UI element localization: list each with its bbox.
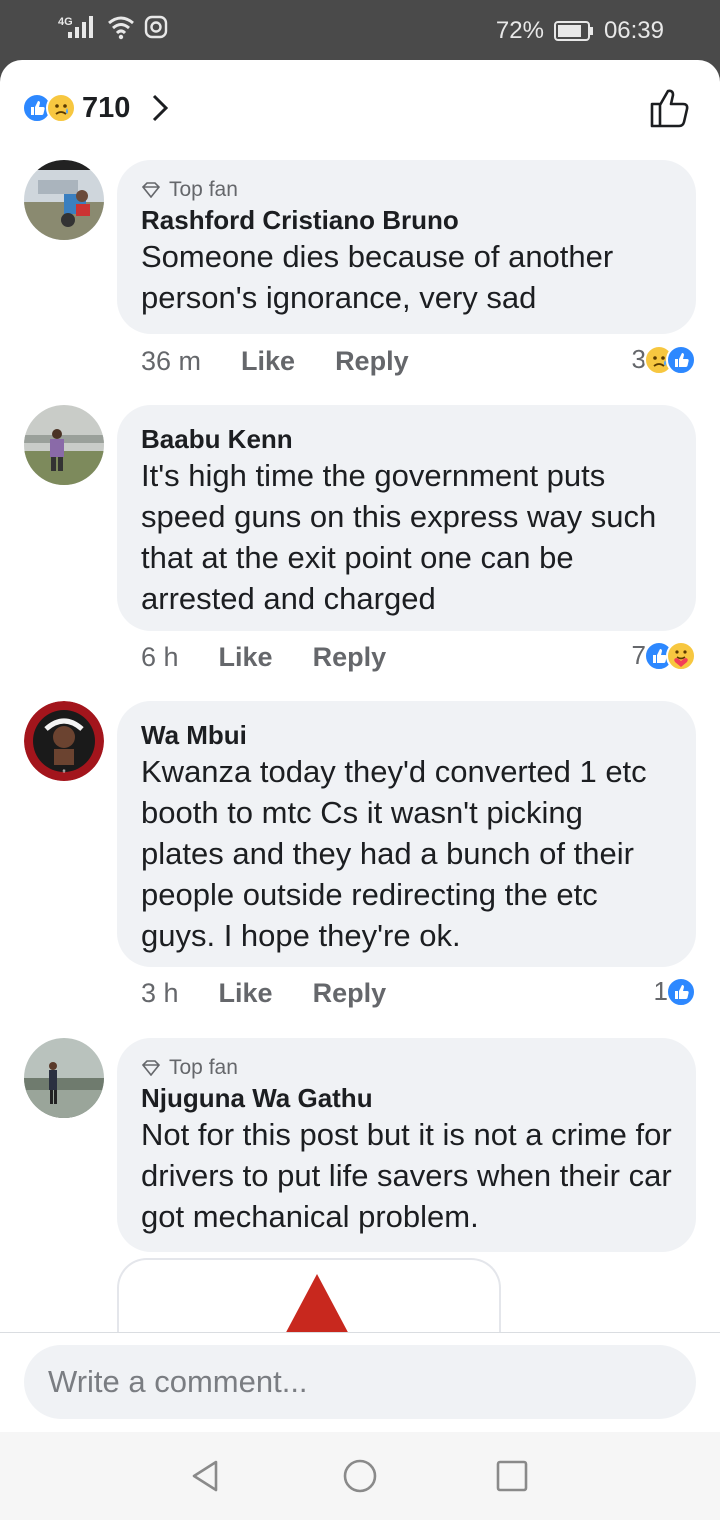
comment-bubble: Wa Mbui Kwanza today they'd converted 1 …	[117, 701, 696, 967]
comment-actions: 36 m Like Reply	[141, 346, 449, 377]
reaction-count: 710	[82, 91, 131, 124]
chevron-right-icon	[153, 94, 169, 122]
like-button[interactable]: Like	[219, 642, 273, 673]
wifi-icon	[108, 16, 134, 40]
comment-text: Kwanza today they'd converted 1 etc boot…	[141, 754, 647, 953]
svg-text:#: #	[63, 769, 66, 775]
care-icon	[666, 640, 696, 671]
like-icon	[666, 976, 696, 1007]
reply-button[interactable]: Reply	[335, 346, 409, 377]
avatar[interactable]: #	[24, 701, 104, 781]
diamond-icon	[141, 1060, 161, 1076]
reactions-summary[interactable]: 710	[22, 90, 170, 126]
recents-icon[interactable]	[494, 1458, 530, 1494]
comment-actions: 6 h Like Reply	[141, 642, 426, 673]
sad-icon	[46, 93, 76, 123]
avatar[interactable]	[24, 160, 104, 240]
top-fan-label: Top fan	[169, 178, 238, 201]
instagram-icon	[144, 15, 168, 39]
comment-time[interactable]: 3 h	[141, 978, 179, 1009]
avatar[interactable]	[24, 405, 104, 485]
avatar[interactable]	[24, 1038, 104, 1118]
comment-bubble: Top fan Njuguna Wa Gathu Not for this po…	[117, 1038, 696, 1252]
comment-bubble: Baabu Kenn It's high time the government…	[117, 405, 696, 631]
reply-button[interactable]: Reply	[313, 642, 387, 673]
like-outline-icon[interactable]	[648, 86, 692, 130]
home-icon[interactable]	[342, 1458, 378, 1494]
top-fan-badge: Top fan	[141, 178, 672, 202]
status-left: 4G	[58, 14, 168, 40]
reply-button[interactable]: Reply	[313, 978, 387, 1009]
comment-text: Someone dies because of another person's…	[141, 239, 614, 315]
like-button[interactable]: Like	[241, 346, 295, 377]
comment-time[interactable]: 36 m	[141, 346, 201, 377]
battery-percent: 72%	[495, 17, 544, 44]
status-right: 72% 06:39	[496, 17, 664, 45]
comment-time[interactable]: 6 h	[141, 642, 179, 673]
commenter-name[interactable]: Baabu Kenn	[141, 423, 672, 455]
clock: 06:39	[603, 17, 664, 44]
comment-reactions[interactable]: 1	[654, 976, 696, 1007]
comment-reactions[interactable]: 3	[632, 344, 696, 375]
top-fan-label: Top fan	[169, 1056, 238, 1079]
comment-bubble: Top fan Rashford Cristiano Bruno Someone…	[117, 160, 696, 334]
commenter-name[interactable]: Njuguna Wa Gathu	[141, 1082, 672, 1114]
like-icon	[666, 344, 696, 375]
commenter-name[interactable]: Wa Mbui	[141, 719, 672, 751]
commenter-name[interactable]: Rashford Cristiano Bruno	[141, 204, 672, 236]
network-type: 4G	[58, 16, 73, 28]
like-button[interactable]: Like	[219, 978, 273, 1009]
comments-sheet: 710 Top fan Rashford Cristiano Bruno Som…	[0, 60, 720, 1432]
comment-reactions[interactable]: 7	[632, 640, 696, 671]
comment-input[interactable]	[24, 1345, 696, 1419]
comment-composer	[0, 1332, 720, 1432]
back-icon[interactable]	[188, 1458, 224, 1494]
status-bar: 4G 72% 06:39	[0, 0, 720, 62]
comment-actions: 3 h Like Reply	[141, 978, 426, 1009]
comment-text: Not for this post but it is not a crime …	[141, 1117, 672, 1234]
diamond-icon	[141, 182, 161, 198]
top-fan-badge: Top fan	[141, 1056, 672, 1080]
battery-icon	[553, 21, 593, 41]
comment-text: It's high time the government puts speed…	[141, 458, 657, 616]
system-nav-bar	[0, 1432, 720, 1520]
